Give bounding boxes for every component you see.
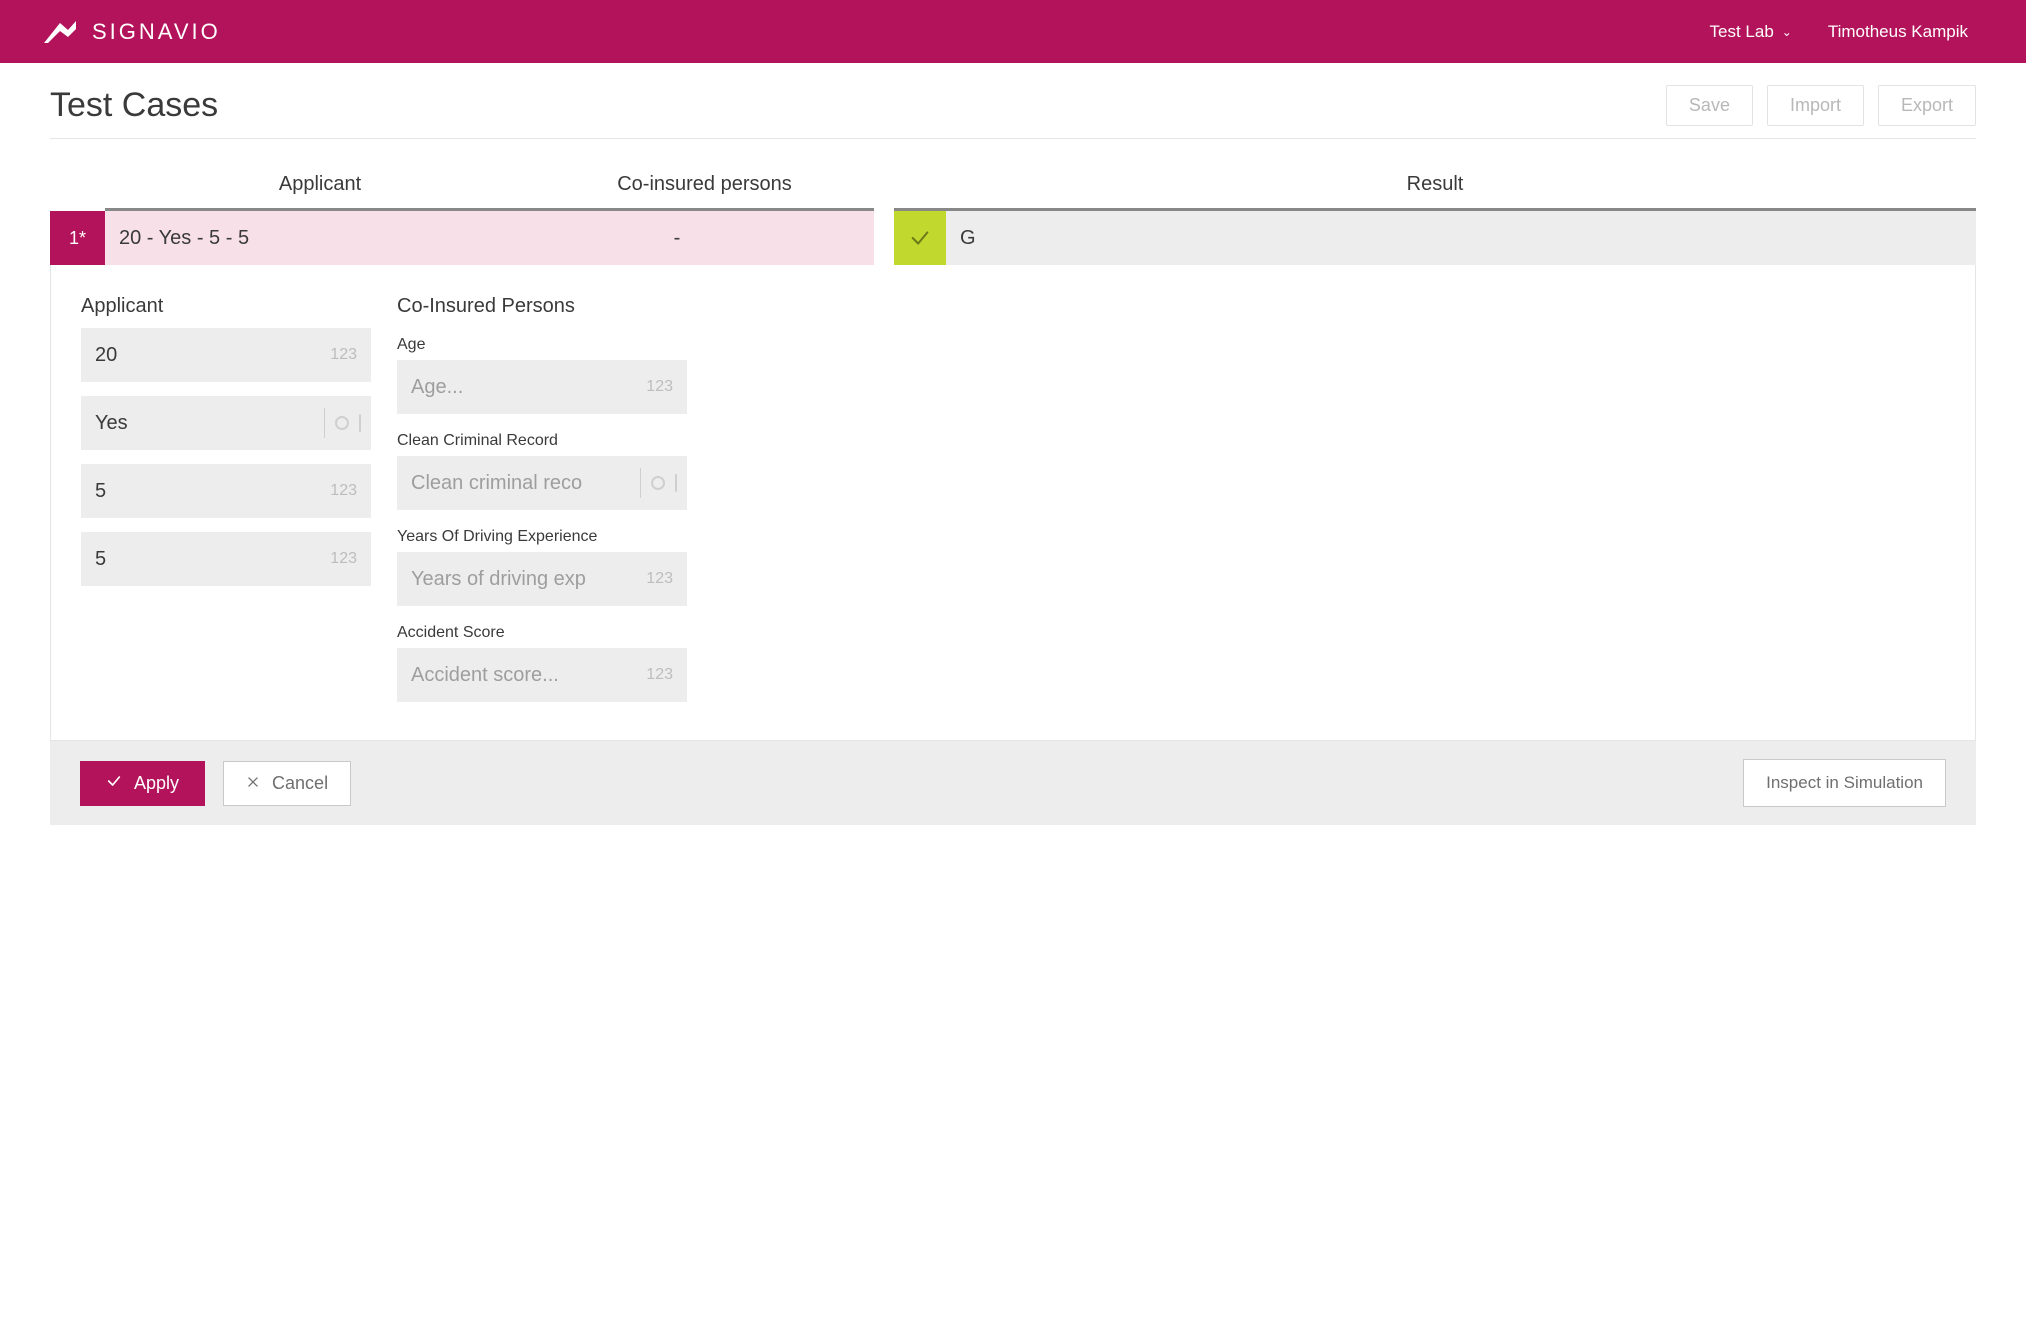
apply-label: Apply — [134, 773, 179, 794]
coinsured-accident-label: Accident Score — [397, 624, 687, 642]
coinsured-accident-field[interactable]: 123 — [397, 648, 687, 702]
nav-dropdown[interactable]: Test Lab ⌄ — [1692, 22, 1810, 42]
applicant-years-field[interactable]: 123 — [81, 464, 371, 518]
applicant-age-field[interactable]: 123 — [81, 328, 371, 382]
brand-name: SIGNAVIO — [92, 19, 221, 45]
coinsured-years-field[interactable]: 123 — [397, 552, 687, 606]
applicant-record-field[interactable] — [81, 396, 371, 450]
coinsured-years-label: Years Of Driving Experience — [397, 528, 687, 546]
applicant-title: Applicant — [81, 295, 371, 318]
row-applicant-summary: 20 - Yes - 5 - 5 — [105, 227, 480, 250]
coinsured-years-input[interactable] — [397, 552, 687, 606]
applicant-group: Applicant 123 123 123 — [81, 295, 371, 716]
table-header: Applicant Co-insured persons Result — [50, 173, 1976, 211]
import-button[interactable]: Import — [1767, 85, 1864, 126]
close-icon — [246, 773, 260, 794]
row-result-value: G — [946, 227, 976, 250]
cancel-label: Cancel — [272, 773, 328, 794]
row-coinsured-summary: - — [480, 227, 874, 250]
footer-bar: Apply Cancel Inspect in Simulation — [50, 741, 1976, 825]
user-name: Timotheus Kampik — [1828, 22, 1968, 42]
col-applicant: Applicant — [105, 173, 535, 211]
coinsured-title: Co-Insured Persons — [397, 295, 687, 318]
coinsured-group: Co-Insured Persons Age 123 Clean Crimina… — [397, 295, 687, 716]
chevron-down-icon: ⌄ — [1782, 25, 1792, 39]
applicant-years-input[interactable] — [81, 464, 371, 518]
apply-button[interactable]: Apply — [80, 761, 205, 806]
page-title: Test Cases — [50, 86, 218, 125]
coinsured-age-label: Age — [397, 336, 687, 354]
cancel-button[interactable]: Cancel — [223, 761, 351, 806]
applicant-record-input[interactable] — [81, 396, 371, 450]
col-result: Result — [894, 173, 1976, 211]
nav-label: Test Lab — [1710, 22, 1774, 42]
applicant-accident-field[interactable]: 123 — [81, 532, 371, 586]
user-menu[interactable]: Timotheus Kampik — [1810, 22, 1986, 42]
detail-panel: Applicant 123 123 123 Co-Insu — [50, 265, 1976, 741]
coinsured-record-field[interactable] — [397, 456, 687, 510]
coinsured-age-field[interactable]: 123 — [397, 360, 687, 414]
page-header: Test Cases Save Import Export — [50, 85, 1976, 139]
col-coinsured: Co-insured persons — [535, 173, 874, 211]
export-button[interactable]: Export — [1878, 85, 1976, 126]
coinsured-accident-input[interactable] — [397, 648, 687, 702]
coinsured-record-input[interactable] — [397, 456, 687, 510]
applicant-accident-input[interactable] — [81, 532, 371, 586]
check-icon — [106, 773, 122, 794]
table-row[interactable]: 1* 20 - Yes - 5 - 5 - G — [50, 211, 1976, 265]
applicant-age-input[interactable] — [81, 328, 371, 382]
row-number: 1* — [50, 211, 105, 265]
inspect-button[interactable]: Inspect in Simulation — [1743, 759, 1946, 807]
topbar: SIGNAVIO Test Lab ⌄ Timotheus Kampik — [0, 0, 2026, 63]
brand: SIGNAVIO — [40, 17, 221, 47]
coinsured-age-input[interactable] — [397, 360, 687, 414]
coinsured-record-label: Clean Criminal Record — [397, 432, 687, 450]
brand-icon — [40, 17, 80, 47]
save-button[interactable]: Save — [1666, 85, 1753, 126]
status-badge-pass — [894, 211, 946, 265]
